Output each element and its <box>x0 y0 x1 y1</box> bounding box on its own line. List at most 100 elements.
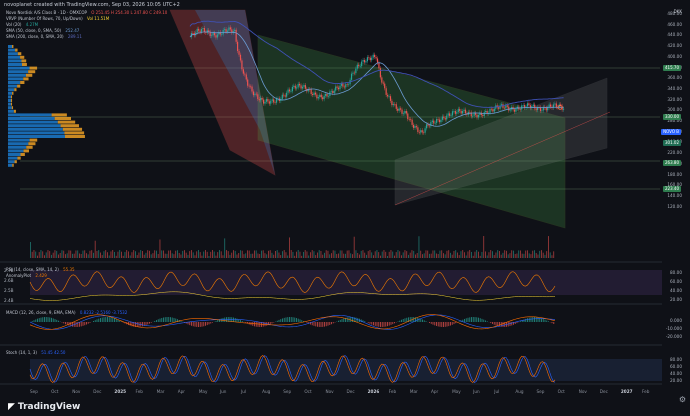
volume-bar <box>220 251 222 258</box>
volume-bar <box>80 254 82 258</box>
volume-bar <box>322 254 324 258</box>
volume-bar <box>185 252 187 258</box>
candle-body <box>385 88 387 95</box>
volume-profile-bar <box>8 95 11 99</box>
candle-body <box>443 116 445 119</box>
volume-bar <box>283 250 285 258</box>
volume-bar <box>150 254 152 258</box>
volume-bar <box>516 253 518 258</box>
volume-profile-bar <box>8 48 16 52</box>
time-tick-label: Jul <box>494 389 500 394</box>
volume-bar <box>236 254 238 258</box>
volume-bar <box>394 255 395 258</box>
macd-histogram-bar <box>205 322 206 326</box>
macd-histogram-bar <box>154 320 156 322</box>
candle-body <box>528 103 530 106</box>
candle-body <box>405 111 407 114</box>
volume-bar <box>264 253 266 258</box>
candle-body <box>526 103 529 107</box>
volume-bar <box>441 250 443 258</box>
volume-profile-bar <box>20 153 25 156</box>
volume-bar <box>523 253 525 258</box>
candle-body <box>293 85 295 87</box>
chart-canvas[interactable] <box>0 0 690 416</box>
macd-histogram-bar <box>98 318 100 322</box>
candle-body <box>381 77 383 83</box>
macd-histogram-bar <box>373 322 374 326</box>
volume-bar <box>259 254 261 258</box>
macd-histogram-bar <box>210 322 212 324</box>
price-tick-label: 300.00 <box>667 107 682 113</box>
settings-gear-icon[interactable]: ⚙ <box>679 395 686 404</box>
macd-histogram-bar <box>380 322 381 327</box>
volume-bar <box>91 250 93 258</box>
candle-body <box>290 91 292 92</box>
macd-histogram-bar <box>299 319 301 322</box>
volume-bar <box>348 250 350 258</box>
time-tick-label: Feb <box>388 389 397 394</box>
volume-bar <box>395 252 397 258</box>
volume-bar <box>520 250 521 258</box>
volume-bar <box>518 250 520 258</box>
volume-profile-bar <box>8 149 24 153</box>
volume-bar <box>189 251 191 258</box>
volume-bar <box>443 253 444 258</box>
volume-bar <box>247 250 248 258</box>
macd-histogram-bar <box>404 318 406 322</box>
rsi-value: 55.35 <box>63 267 75 272</box>
macd-right-tick: -10.000 <box>665 326 682 331</box>
volume-bar <box>530 254 532 258</box>
volume-profile-bar <box>8 138 30 142</box>
macd-histogram-bar <box>271 322 273 324</box>
candle-body <box>535 108 537 111</box>
legend-sma200[interactable]: SMA (200, close, 0, SMA, 20) 289.11 <box>6 34 85 40</box>
volume-bar <box>226 250 227 258</box>
price-tag: 301.02 <box>663 140 681 146</box>
candle-body <box>515 108 517 112</box>
macd-histogram-bar <box>371 322 373 325</box>
stoch-right-tick: 80.00 <box>670 357 682 362</box>
candle-body <box>226 30 229 32</box>
volume-bar <box>241 250 243 258</box>
volume-profile-bar <box>8 77 24 81</box>
candle-body <box>449 113 451 116</box>
volume-bar <box>511 250 513 258</box>
volume-bar <box>525 250 527 258</box>
candle-body <box>257 94 259 100</box>
candle-body <box>229 27 231 30</box>
candle-body <box>399 108 402 110</box>
time-tick-label: Nov <box>578 389 587 394</box>
candle-body <box>444 118 446 120</box>
volume-profile-bar <box>12 91 14 95</box>
volume-bar <box>215 255 217 258</box>
volume-bar <box>210 251 212 258</box>
volume-bar <box>94 240 96 258</box>
candle-body <box>245 74 247 80</box>
macd-histogram-bar <box>37 318 38 322</box>
volume-bar <box>100 252 101 258</box>
candle-body <box>498 107 500 109</box>
candle-body <box>433 120 435 124</box>
volume-bar <box>238 252 240 258</box>
volume-profile-bar <box>8 88 15 92</box>
volume-profile-bar <box>17 52 22 56</box>
candle-body <box>288 89 291 92</box>
volume-bar <box>152 253 154 258</box>
tradingview-logo-icon: ◤ <box>8 402 15 412</box>
macd-histogram-bar <box>269 322 271 325</box>
volume-bar <box>528 253 530 258</box>
candle-body <box>352 72 354 74</box>
volume-bar <box>476 250 478 258</box>
volume-bar <box>285 252 287 258</box>
volume-bar <box>499 250 500 258</box>
volume-bar <box>103 251 105 258</box>
stoch-legend[interactable]: Stoch (14, 1, 3) 51.45 42.50 <box>6 350 68 356</box>
candle-body <box>228 27 230 31</box>
time-tick-label: Mar <box>156 389 165 394</box>
price-tick-label: 460.00 <box>667 21 682 27</box>
symbol-name[interactable]: Novo Nordisk A/S Class B · 1D · OMXCOP <box>6 10 87 15</box>
macd-histogram-bar <box>318 322 320 327</box>
macd-histogram-bar <box>96 319 98 322</box>
macd-legend[interactable]: MACD (12, 26, close, 9, EMA, EMA) 0.8232… <box>6 310 130 316</box>
volume-profile-bar <box>8 106 12 110</box>
